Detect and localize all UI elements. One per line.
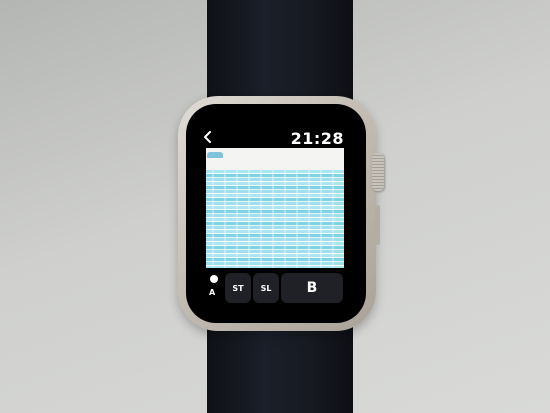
watch-side-button[interactable] bbox=[375, 205, 380, 245]
chevron-left-icon[interactable] bbox=[203, 131, 211, 143]
emulator-controls: A ST SL B bbox=[203, 273, 343, 303]
game-sprite bbox=[207, 152, 223, 158]
a-button-label: A bbox=[209, 288, 216, 297]
game-water-tiles bbox=[206, 170, 344, 268]
game-sky bbox=[206, 148, 344, 170]
watch-screen: 21:28 A ST SL B bbox=[186, 104, 366, 323]
select-button[interactable]: SL bbox=[253, 273, 279, 303]
status-time: 21:28 bbox=[290, 129, 344, 148]
b-button[interactable]: B bbox=[281, 273, 343, 303]
game-viewport[interactable] bbox=[206, 148, 344, 268]
a-button[interactable]: A bbox=[205, 273, 223, 303]
digital-crown[interactable] bbox=[372, 153, 384, 191]
start-button[interactable]: ST bbox=[225, 273, 251, 303]
a-button-indicator bbox=[210, 275, 218, 283]
